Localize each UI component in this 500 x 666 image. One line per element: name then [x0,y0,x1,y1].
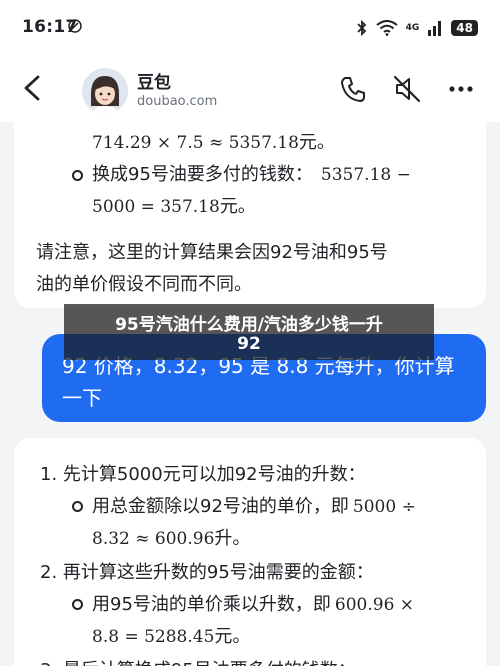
phone-call-icon[interactable] [336,72,370,106]
avatar[interactable] [82,68,128,114]
step-heading: 2. 再计算这些升数的95号油需要的金额： [40,562,374,583]
note-text: 油的单价假设不同而不同。 [36,274,252,295]
assistant-message: 1. 先计算5000元可以加92号油的升数： 用总金额除以92号油的单价，即 50… [14,438,486,666]
wifi-icon [376,20,398,36]
step-heading: 1. 先计算5000元可以加92号油的升数： [40,464,366,485]
bullet-icon [72,599,83,610]
caption-line: 95号汽油什么费用/汽油多少钱一升 [115,315,383,335]
bot-name: 豆包 [137,73,171,93]
chat-area[interactable]: 714.29 × 7.5 ≈ 5357.18元。 换成95号油要多付的钱数： 53… [0,122,500,666]
status-icons: 4G 48 [356,17,478,39]
calc-line: 5000 = 357.18元。 [92,196,256,217]
bullet-icon [72,501,83,512]
bluetooth-icon [357,20,366,36]
mute-speaker-icon[interactable] [390,72,424,106]
doubao-avatar-icon [82,68,128,114]
user-message-text: 一下 [62,386,102,410]
bot-domain: doubao.com [137,94,218,109]
back-arrow-icon[interactable] [18,70,48,106]
network-type-label: 4G [405,22,420,33]
list-item: 用总金额除以92号油的单价，即 5000 ÷ [92,496,416,517]
status-bar: 16:17 4G 48 [0,0,500,56]
caption-line: 92 [237,334,261,354]
nfc-icon [68,19,82,33]
list-item: 用95号油的单价乘以升数，即 600.96 × [92,594,415,615]
assistant-message: 714.29 × 7.5 ≈ 5357.18元。 换成95号油要多付的钱数： 53… [14,122,486,308]
more-options-icon[interactable] [444,72,478,106]
bullet-icon [72,170,83,181]
battery-indicator: 48 [451,20,478,36]
calc-line: 8.8 = 5288.45元。 [92,626,251,647]
calc-line: 8.32 ≈ 600.96升。 [92,528,251,549]
list-item: 换成95号油要多付的钱数： 5357.18 − [92,164,411,185]
signal-icon [428,21,442,36]
caption-overlay: 95号汽油什么费用/汽油多少钱一升 92 [64,304,434,360]
chat-header: 豆包 doubao.com [0,56,500,122]
calc-line: 714.29 × 7.5 ≈ 5357.18元。 [92,132,335,153]
step-heading: 3. 最后计算换成95号油要多付的钱数： [40,656,356,666]
note-text: 请注意，这里的计算结果会因92号油和95号 [36,242,388,263]
